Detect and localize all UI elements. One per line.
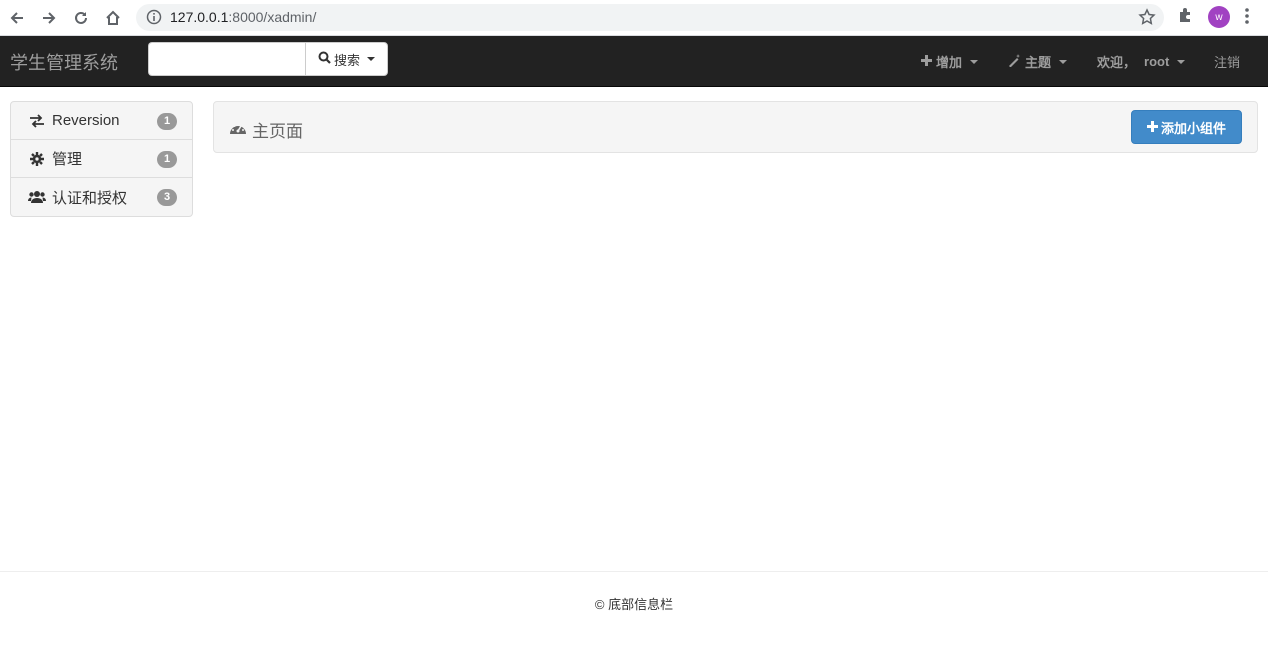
forward-icon[interactable] <box>37 6 61 30</box>
plus-icon <box>921 54 932 69</box>
search-button-label: 搜索 <box>333 52 360 68</box>
search-button[interactable]: 搜索 <box>305 42 388 76</box>
dashboard-header: 主页面 添加小组件 <box>213 101 1258 153</box>
browser-toolbar: 127.0.0.1:8000/xadmin/ w <box>0 0 1268 36</box>
sidebar-item-reversion[interactable]: Reversion 1 <box>11 102 192 140</box>
sidebar-menu: Reversion 1 管理 1 认证和授权 3 <box>10 101 193 217</box>
chevron-down-icon <box>367 57 375 61</box>
chevron-down-icon <box>1059 59 1068 64</box>
url-path: :8000/xadmin/ <box>228 9 317 25</box>
welcome-label: 欢迎， <box>1097 55 1137 70</box>
theme-menu-label: 主题 <box>1025 55 1052 70</box>
count-badge: 1 <box>157 113 177 130</box>
extensions-icon[interactable] <box>1177 6 1195 29</box>
page-title-text: 主页面 <box>252 122 303 141</box>
footer-text: © 底部信息栏 <box>594 597 674 612</box>
sidebar-item-label: 管理 <box>52 151 83 168</box>
dashboard-icon <box>229 120 247 140</box>
brand-title[interactable]: 学生管理系统 <box>10 49 118 75</box>
page-title: 主页面 <box>229 117 303 142</box>
sidebar-item-label: 认证和授权 <box>52 189 128 207</box>
back-icon[interactable] <box>5 6 29 30</box>
sidebar-item-auth[interactable]: 认证和授权 3 <box>11 178 192 216</box>
magic-wand-icon <box>1008 53 1021 70</box>
users-icon <box>28 190 46 204</box>
url-text: 127.0.0.1:8000/xadmin/ <box>170 9 316 25</box>
exchange-icon <box>28 113 46 128</box>
chevron-down-icon <box>1177 59 1186 64</box>
chevron-down-icon <box>970 59 979 64</box>
address-bar[interactable]: 127.0.0.1:8000/xadmin/ <box>136 4 1164 31</box>
add-widget-button[interactable]: 添加小组件 <box>1131 110 1242 144</box>
bookmark-star-icon[interactable] <box>1138 8 1156 31</box>
theme-menu[interactable]: 主题 <box>1008 52 1068 71</box>
add-widget-label: 添加小组件 <box>1160 120 1226 136</box>
user-name: root <box>1144 54 1170 69</box>
add-menu-label: 增加 <box>936 55 963 70</box>
more-menu-icon[interactable] <box>1244 7 1250 30</box>
home-icon[interactable] <box>101 6 125 30</box>
search-input[interactable] <box>148 42 306 76</box>
search-icon <box>318 51 331 67</box>
url-host: 127.0.0.1 <box>170 9 229 25</box>
profile-avatar[interactable]: w <box>1208 6 1230 28</box>
user-menu[interactable]: 欢迎， root <box>1097 52 1186 71</box>
add-menu[interactable]: 增加 <box>921 52 979 71</box>
gear-icon <box>28 151 46 166</box>
info-icon[interactable] <box>146 9 162 30</box>
sidebar-item-label: Reversion <box>52 112 120 129</box>
count-badge: 1 <box>157 151 177 168</box>
reload-icon[interactable] <box>69 6 93 30</box>
top-navbar: 学生管理系统 搜索 增加 主题 欢迎， root 注销 <box>0 36 1268 87</box>
logout-link[interactable]: 注销 <box>1214 52 1240 71</box>
plus-icon <box>1146 120 1158 135</box>
count-badge: 3 <box>157 189 177 206</box>
footer: © 底部信息栏 <box>0 571 1268 647</box>
search-form: 搜索 <box>148 42 388 76</box>
sidebar-item-management[interactable]: 管理 1 <box>11 140 192 178</box>
